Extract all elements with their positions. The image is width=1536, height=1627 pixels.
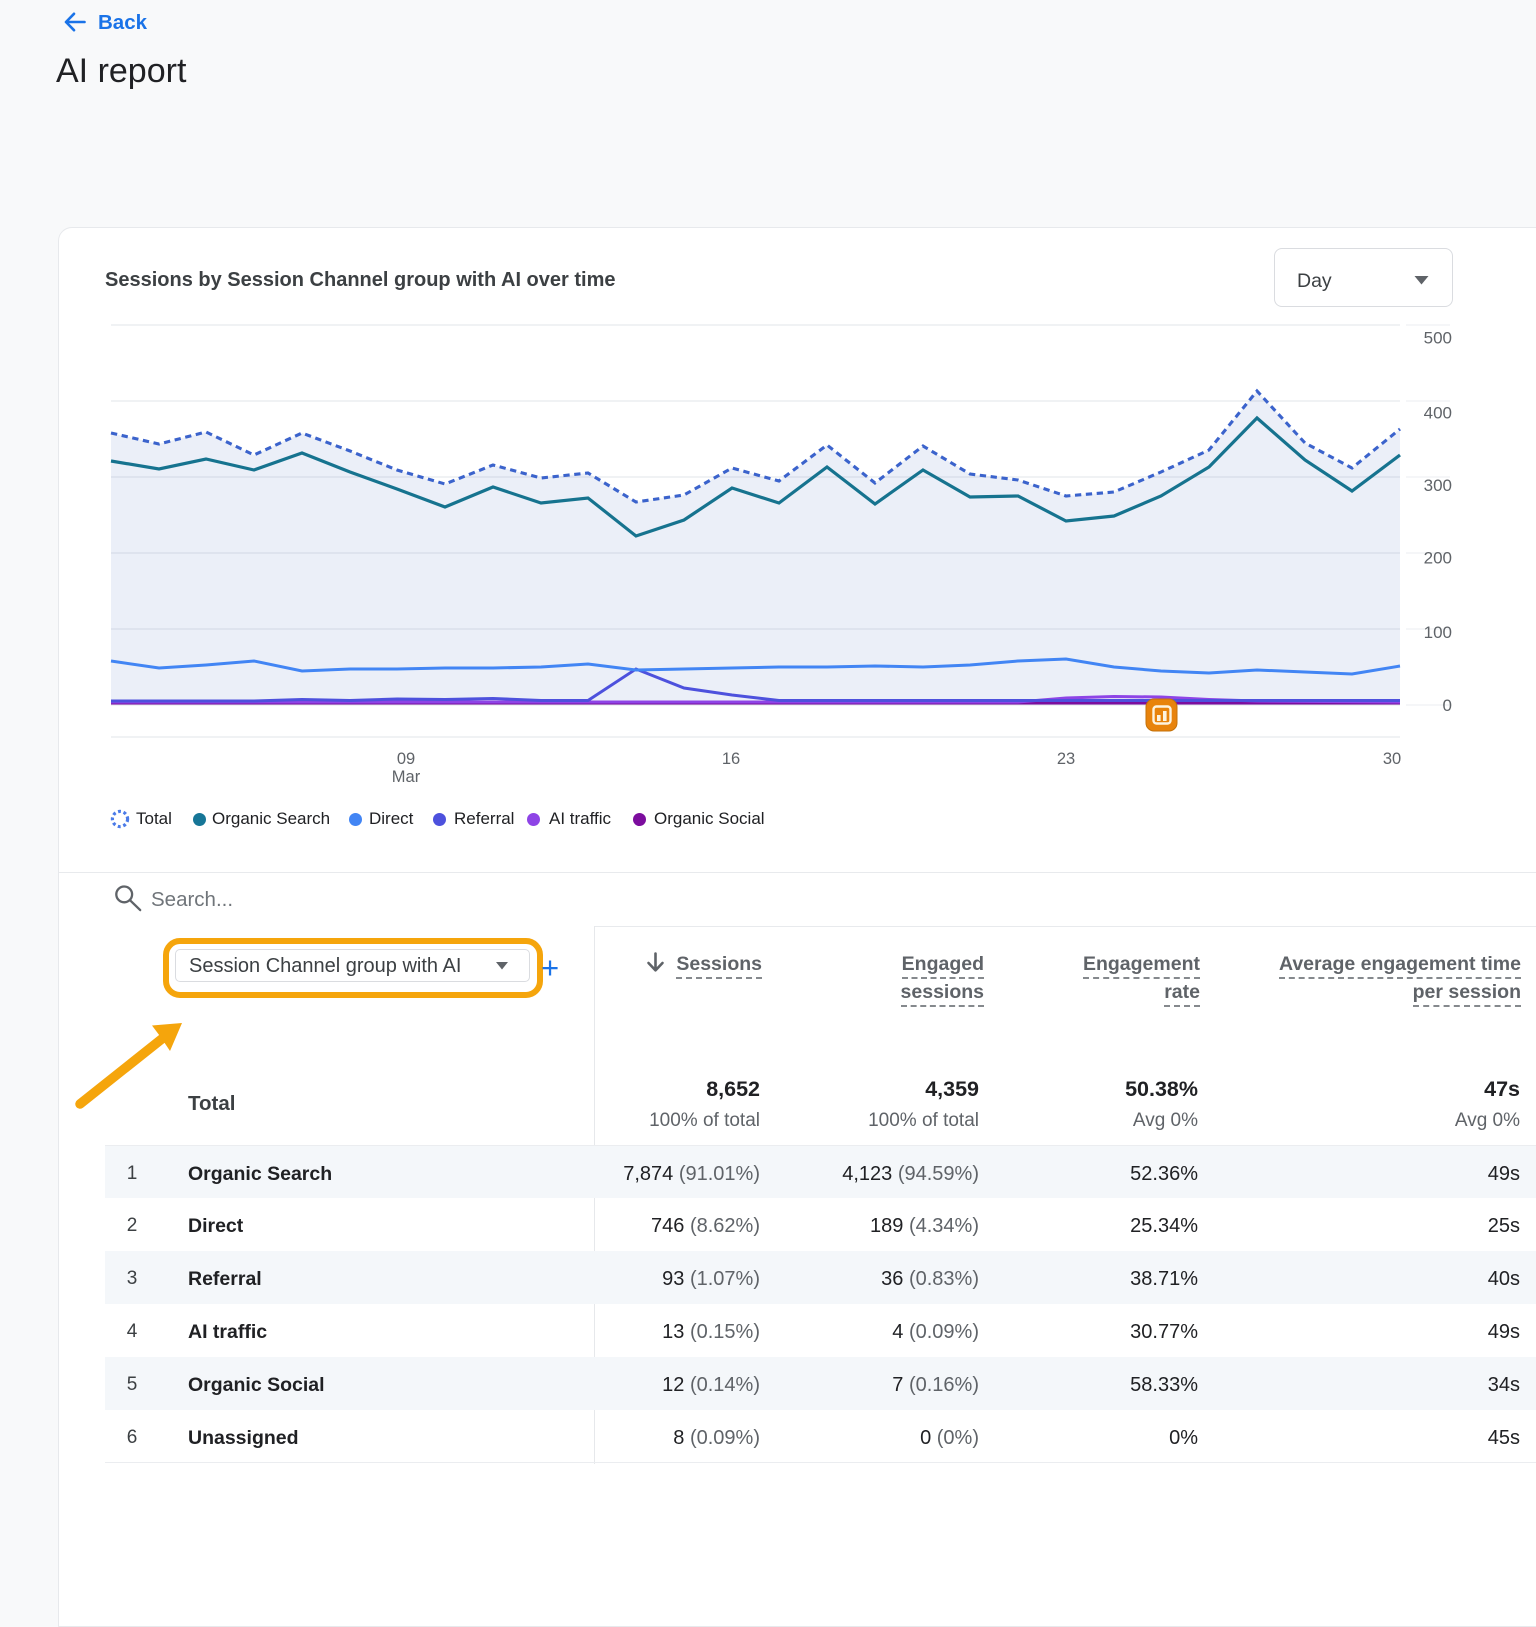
svg-text:30: 30	[1383, 750, 1401, 768]
svg-text:09: 09	[397, 750, 415, 768]
svg-text:0: 0	[1443, 696, 1452, 715]
svg-text:400: 400	[1424, 404, 1452, 423]
svg-text:300: 300	[1424, 476, 1452, 495]
svg-text:500: 500	[1424, 329, 1452, 348]
svg-text:200: 200	[1424, 549, 1452, 568]
svg-text:23: 23	[1057, 750, 1075, 768]
svg-text:16: 16	[722, 750, 740, 768]
svg-text:100: 100	[1424, 623, 1452, 642]
svg-text:Mar: Mar	[392, 768, 421, 786]
